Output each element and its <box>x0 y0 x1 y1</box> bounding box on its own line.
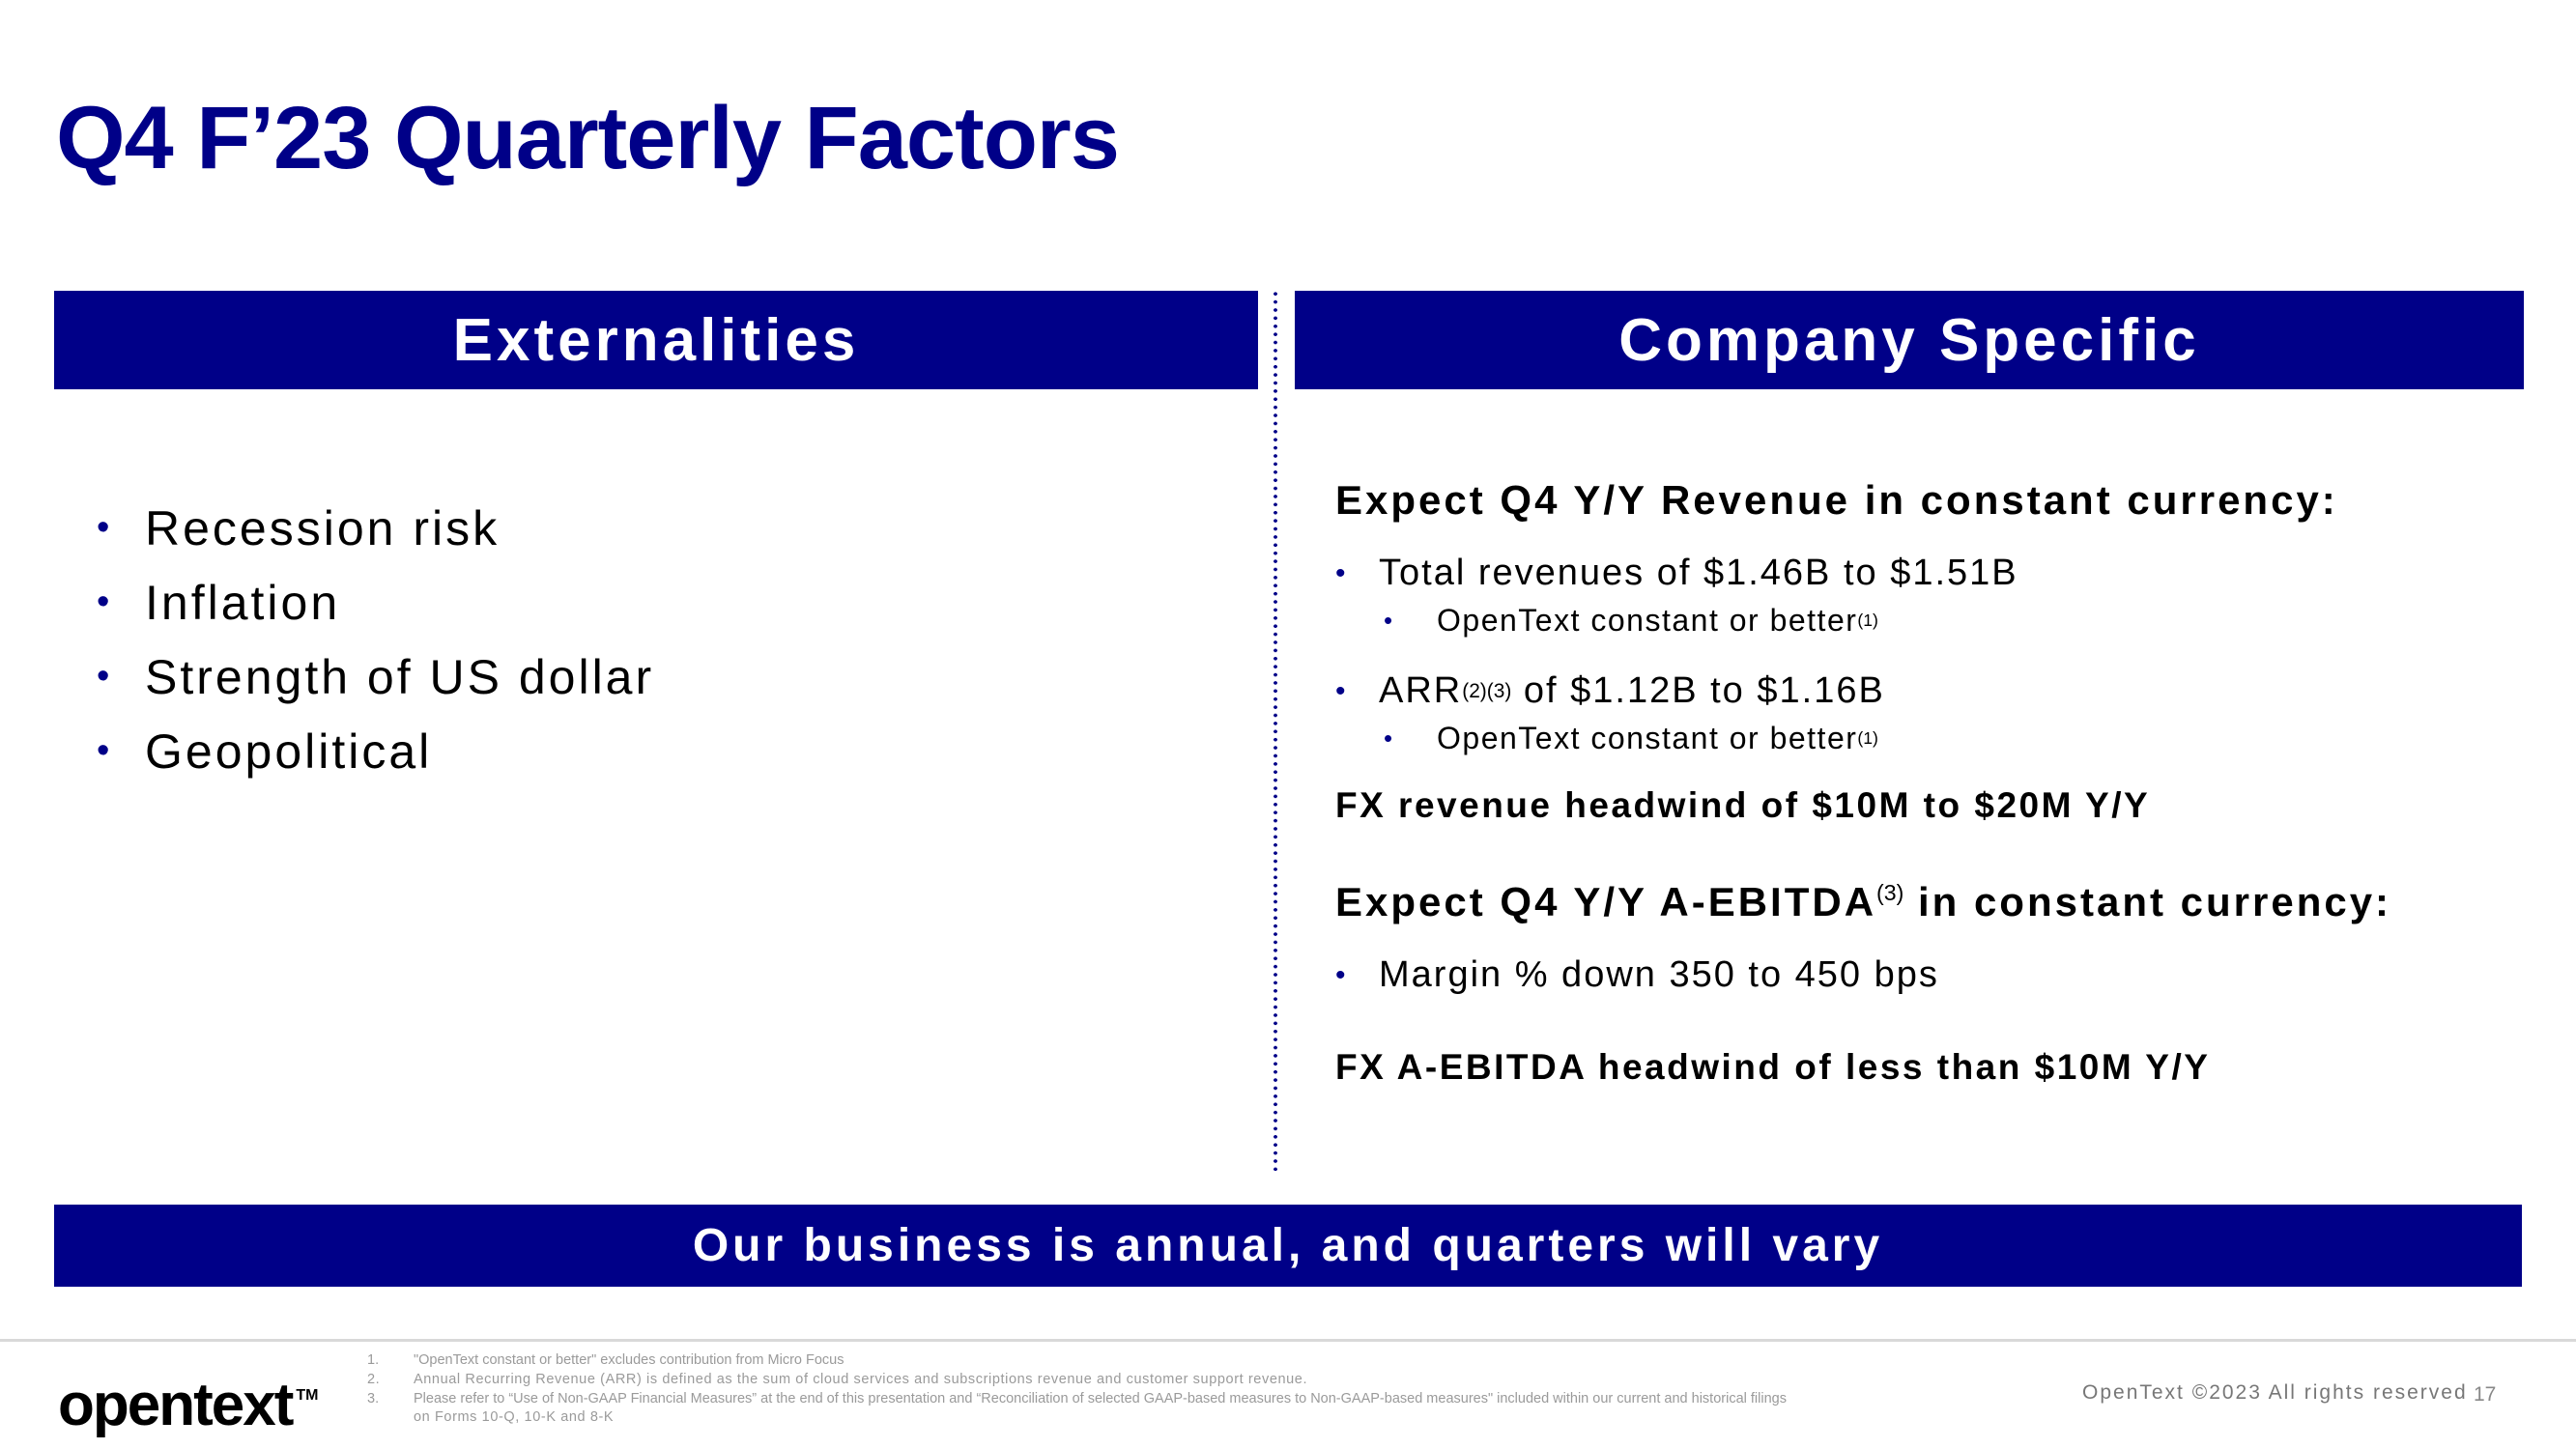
bullet-icon: • <box>1384 606 1394 635</box>
bullet-icon: • <box>1384 724 1394 753</box>
list-item-text: Strength of US dollar <box>145 649 655 704</box>
copyright: OpenText ©2023 All rights reserved <box>2082 1381 2468 1404</box>
footnote-number: 3. <box>367 1391 380 1406</box>
footnote-text: Please refer to “Use of Non-GAAP Financi… <box>414 1391 1787 1406</box>
bullet-icon: • <box>1335 556 1348 589</box>
page-number: 17 <box>2474 1383 2497 1406</box>
company-specific-header: Company Specific <box>1295 291 2524 389</box>
footnote: 1. "OpenText constant or better" excludes… <box>367 1352 844 1368</box>
bullet-icon: • <box>97 582 113 622</box>
bullet-icon: • <box>97 656 113 696</box>
total-revenue-text: Total revenues of $1.46B to $1.51B <box>1379 553 2018 593</box>
list-item: • Recession risk <box>97 491 654 565</box>
footnote-ref: (1) <box>1857 611 1878 630</box>
ebitda-heading-suffix: in constant currency: <box>1903 879 2392 924</box>
ebitda-heading-text: Expect Q4 Y/Y A-EBITDA <box>1335 879 1877 924</box>
footnote-number: 2. <box>367 1372 381 1387</box>
footnote: 3. Please refer to “Use of Non-GAAP Finan… <box>367 1391 1787 1406</box>
bullet-icon: • <box>1335 958 1348 991</box>
footnote-ref: (2)(3) <box>1462 679 1512 702</box>
subitem-text: OpenText constant or better <box>1437 721 1858 755</box>
banner: Our business is annual, and quarters wil… <box>54 1205 2522 1287</box>
footnote-text: Annual Recurring Revenue (ARR) is define… <box>414 1372 1308 1387</box>
list-item: • Strength of US dollar <box>97 639 654 714</box>
footnote-number: 1. <box>367 1352 380 1368</box>
arr-label: ARR <box>1379 670 1463 711</box>
footer-divider <box>0 1339 2576 1342</box>
footnote: 2. Annual Recurring Revenue (ARR) is defi… <box>367 1372 1307 1387</box>
fx-revenue-headwind: FX revenue headwind of $10M to $20M Y/Y <box>1335 785 2151 825</box>
bullet-icon: • <box>97 507 113 548</box>
footnote-ref: (3) <box>1876 879 1904 905</box>
arr-item: • ARR (2)(3) of $1.12B to $1.16B <box>1335 670 1885 712</box>
footnote-text: on Forms 10-Q, 10-K and 8-K <box>414 1409 615 1425</box>
total-revenue-item: • Total revenues of $1.46B to $1.51B <box>1335 553 2018 594</box>
revenue-heading: Expect Q4 Y/Y Revenue in constant curren… <box>1335 477 2338 523</box>
ebitda-heading: Expect Q4 Y/Y A-EBITDA(3) in constant cu… <box>1335 879 2391 925</box>
fx-ebitda-headwind: FX A-EBITDA headwind of less than $10M Y… <box>1335 1047 2211 1087</box>
margin-text: Margin % down 350 to 450 bps <box>1379 954 1939 995</box>
dotted-divider <box>1274 290 1277 1171</box>
logo-text: opentext <box>58 1372 294 1438</box>
subitem-text: OpenText constant or better <box>1437 603 1858 638</box>
footnote-number <box>367 1409 414 1425</box>
footnote-ref: (1) <box>1857 728 1878 748</box>
footnote: on Forms 10-Q, 10-K and 8-K <box>367 1409 614 1425</box>
externalities-header: Externalities <box>54 291 1258 389</box>
opentext-logo: opentext TM <box>58 1362 318 1439</box>
list-item: • Geopolitical <box>97 714 654 788</box>
list-item-text: Recession risk <box>145 500 501 555</box>
arr-subitem: • OpenText constant or better (1) <box>1335 721 1878 756</box>
arr-value: of $1.12B to $1.16B <box>1511 670 1885 711</box>
margin-item: • Margin % down 350 to 450 bps <box>1335 954 1939 996</box>
list-item-text: Inflation <box>145 575 341 630</box>
slide-title: Q4 F’23 Quarterly Factors <box>56 89 1120 187</box>
total-revenue-subitem: • OpenText constant or better (1) <box>1335 603 1878 639</box>
list-item-text: Geopolitical <box>145 724 433 779</box>
externalities-list: • Recession risk • Inflation • Strength of … <box>97 491 654 788</box>
footnote-text: "OpenText constant or better" excludes c… <box>414 1352 844 1368</box>
trademark-icon: TM <box>296 1387 319 1404</box>
list-item: • Inflation <box>97 565 654 639</box>
bullet-icon: • <box>97 730 113 771</box>
bullet-icon: • <box>1335 674 1348 707</box>
